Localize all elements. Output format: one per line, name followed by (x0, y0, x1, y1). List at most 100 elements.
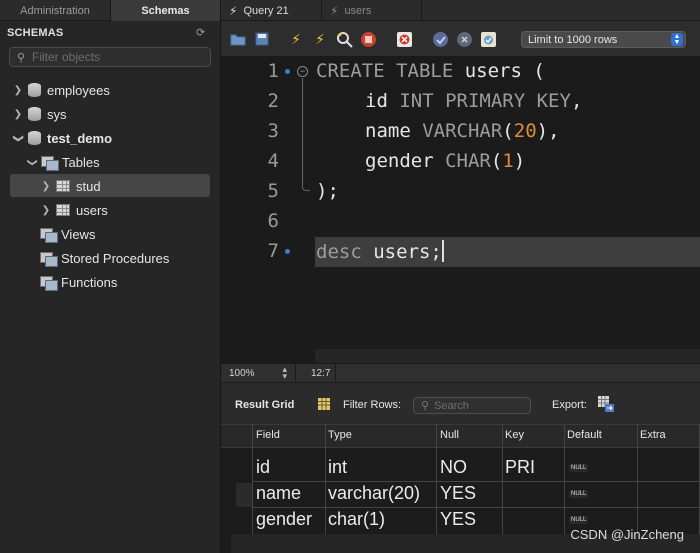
chevron-right-icon[interactable]: ❯ (12, 85, 24, 96)
code-line-2: id INT PRIMARY KEY, (365, 90, 583, 112)
tab-schemas[interactable]: Schemas (111, 0, 221, 21)
sql-editor[interactable]: 1 2 3 4 5 6 7 − CREATE TABLE users ( id … (221, 57, 700, 363)
tab-users[interactable]: ⚡︎ users (322, 0, 422, 21)
functions-folder-icon (40, 275, 58, 291)
tree-item-sys[interactable]: ❯ sys (12, 103, 67, 125)
tree-item-views[interactable]: Views (37, 223, 95, 245)
database-icon (28, 131, 41, 145)
fold-collapse-icon[interactable]: − (297, 66, 308, 77)
filter-objects-input[interactable] (32, 50, 202, 64)
row-divider (252, 481, 700, 482)
column-header-default[interactable]: Default (567, 429, 602, 441)
chevron-down-icon[interactable]: ❯ (27, 156, 38, 168)
cursor-position: 12:7 (296, 364, 336, 382)
cell-null[interactable]: YES (440, 483, 476, 504)
tree-item-label: Tables (62, 154, 100, 170)
cell-default-null-badge[interactable]: NULL (569, 490, 589, 498)
chevron-right-icon[interactable]: ❯ (40, 181, 52, 192)
zoom-stepper[interactable]: 100% ▴ ▾ (221, 364, 296, 382)
column-header-field[interactable]: Field (256, 429, 280, 441)
row-marker (236, 483, 252, 507)
column-header-null[interactable]: Null (440, 429, 459, 441)
text-caret (441, 240, 444, 262)
export-label: Export: (552, 399, 587, 411)
code-line-3: name VARCHAR(20), (365, 120, 560, 142)
rollback-icon[interactable] (455, 30, 473, 48)
watermark: CSDN @JinZcheng (570, 527, 684, 542)
result-toolbar: Result Grid Filter Rows: ⚲ Export: (221, 383, 700, 424)
line-number: 6 (267, 210, 279, 232)
chevron-right-icon[interactable]: ❯ (40, 205, 52, 216)
tree-item-users[interactable]: ❯ users (40, 199, 108, 221)
column-header-extra[interactable]: Extra (640, 429, 666, 441)
refresh-icon[interactable]: ⟳ (196, 26, 205, 39)
tab-query-21[interactable]: ⚡︎ Query 21 (221, 0, 322, 21)
workbench-window: Administration Schemas ⚡︎ Query 21 ⚡︎ us… (0, 0, 700, 553)
tree-item-label: sys (47, 106, 67, 122)
grid-view-icon[interactable] (317, 397, 331, 411)
tab-administration[interactable]: Administration (0, 0, 111, 21)
result-grid[interactable]: Field Type Null Key Default Extra id int… (221, 424, 700, 553)
filter-rows-input[interactable] (434, 399, 520, 412)
chevron-right-icon[interactable]: ❯ (12, 109, 24, 120)
table-icon (56, 204, 70, 216)
statement-marker-icon (285, 69, 290, 74)
editor-status-bar: 100% ▴ ▾ 12:7 (221, 363, 700, 383)
database-icon (28, 83, 41, 97)
cell-field[interactable]: gender (256, 509, 312, 530)
cell-type[interactable]: varchar(20) (328, 483, 420, 504)
column-header-key[interactable]: Key (505, 429, 524, 441)
cell-default-null-badge[interactable]: NULL (569, 516, 589, 524)
toggle-error-icon[interactable] (395, 30, 413, 48)
explain-magnifier-icon[interactable] (335, 30, 353, 48)
tab-query-label: Query 21 (243, 4, 289, 17)
save-icon[interactable] (253, 30, 271, 48)
search-icon: ⚲ (16, 51, 26, 64)
line-number: 5 (267, 180, 279, 202)
execute-current-bolt-icon[interactable]: ⚡︎ (311, 30, 329, 48)
tree-item-test-demo[interactable]: ❯ test_demo (12, 127, 113, 149)
tree-item-label: test_demo (47, 130, 113, 146)
filter-rows-field[interactable]: ⚲ (413, 397, 531, 414)
editor-lower-margin (315, 349, 700, 363)
cell-default-null-badge[interactable]: NULL (569, 464, 589, 472)
export-icon[interactable] (597, 395, 615, 413)
limit-rows-value: Limit to 1000 rows (528, 33, 618, 46)
tree-item-label: Stored Procedures (61, 250, 170, 266)
views-folder-icon (40, 227, 58, 243)
stepper-arrows-icon[interactable]: ▴ ▾ (282, 365, 287, 381)
tree-item-stud[interactable]: ❯ stud (40, 175, 101, 197)
tree-item-functions[interactable]: Functions (37, 271, 117, 293)
database-icon (28, 107, 41, 121)
commit-icon[interactable] (431, 30, 449, 48)
tab-users-label: users (344, 4, 372, 17)
code-line-4: gender CHAR(1) (365, 150, 526, 172)
line-number: 7 (267, 240, 279, 262)
open-folder-icon[interactable] (229, 30, 247, 48)
cell-null[interactable]: NO (440, 457, 467, 478)
bolt-icon: ⚡︎ (330, 3, 339, 18)
cell-key[interactable]: PRI (505, 457, 535, 478)
tree-item-stored-procedures[interactable]: Stored Procedures (37, 247, 169, 269)
cell-null[interactable]: YES (440, 509, 476, 530)
autocommit-icon[interactable] (479, 30, 497, 48)
search-icon: ⚲ (421, 400, 430, 412)
tree-item-tables[interactable]: ❯ Tables (26, 151, 100, 173)
chevron-down-icon[interactable]: ❯ (13, 132, 24, 144)
code-line-1: CREATE TABLE users ( (316, 60, 545, 82)
cell-field[interactable]: id (256, 457, 270, 478)
cell-type[interactable]: char(1) (328, 509, 385, 530)
column-header-type[interactable]: Type (328, 429, 352, 441)
filter-objects-field[interactable]: ⚲ (9, 47, 211, 67)
editor-toolbar: ⚡︎ ⚡︎ Limit to 1000 rows ▲ ▼ (221, 21, 700, 57)
tree-item-label: stud (76, 178, 101, 194)
stop-icon[interactable] (359, 30, 377, 48)
result-grid-label[interactable]: Result Grid (235, 399, 294, 411)
cell-field[interactable]: name (256, 483, 301, 504)
tree-item-employees[interactable]: ❯ employees (12, 79, 110, 101)
cell-type[interactable]: int (328, 457, 347, 478)
sidebar-title: SCHEMAS (7, 27, 64, 39)
limit-rows-select[interactable]: Limit to 1000 rows ▲ ▼ (521, 31, 686, 48)
zoom-value: 100% (229, 367, 255, 379)
execute-bolt-icon[interactable]: ⚡︎ (287, 30, 305, 48)
